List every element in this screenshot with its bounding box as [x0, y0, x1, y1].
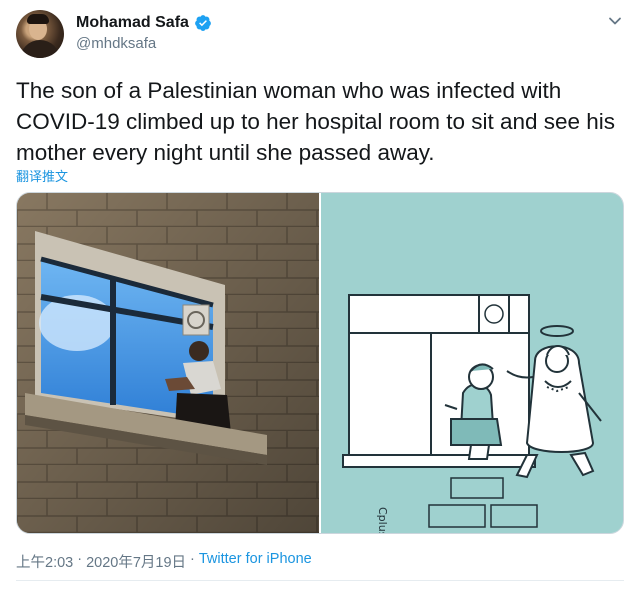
author-name-row[interactable]: Mohamad Safa	[76, 14, 212, 32]
tweet-source-link[interactable]: Twitter for iPhone	[199, 551, 312, 572]
divider	[16, 580, 624, 581]
tweet-date[interactable]: 2020年7月19日	[86, 551, 186, 572]
tweet-text: The son of a Palestinian woman who was i…	[16, 78, 616, 165]
chevron-down-icon[interactable]	[608, 14, 622, 28]
author-handle[interactable]: @mhdksafa	[76, 35, 156, 52]
avatar[interactable]	[16, 10, 64, 58]
tweet-card: Mohamad Safa @mhdksafa The son of a Pale…	[0, 0, 640, 604]
tweet-meta: 上午2:03 · 2020年7月19日 · Twitter for iPhone	[16, 551, 312, 572]
tweet-media[interactable]: Cplus	[16, 192, 624, 534]
meta-separator: ·	[190, 551, 195, 567]
meta-separator: ·	[77, 551, 83, 567]
verified-badge-icon	[195, 15, 211, 31]
illustration-signature: Cplus	[376, 507, 389, 534]
illustration-mother-angel[interactable]: Cplus	[321, 193, 623, 534]
tweet-time[interactable]: 上午2:03	[16, 551, 73, 572]
display-name[interactable]: Mohamad Safa	[76, 14, 189, 32]
photo-son-on-window-ledge[interactable]	[17, 193, 319, 533]
translate-tweet-link[interactable]: 翻译推文	[16, 166, 68, 185]
